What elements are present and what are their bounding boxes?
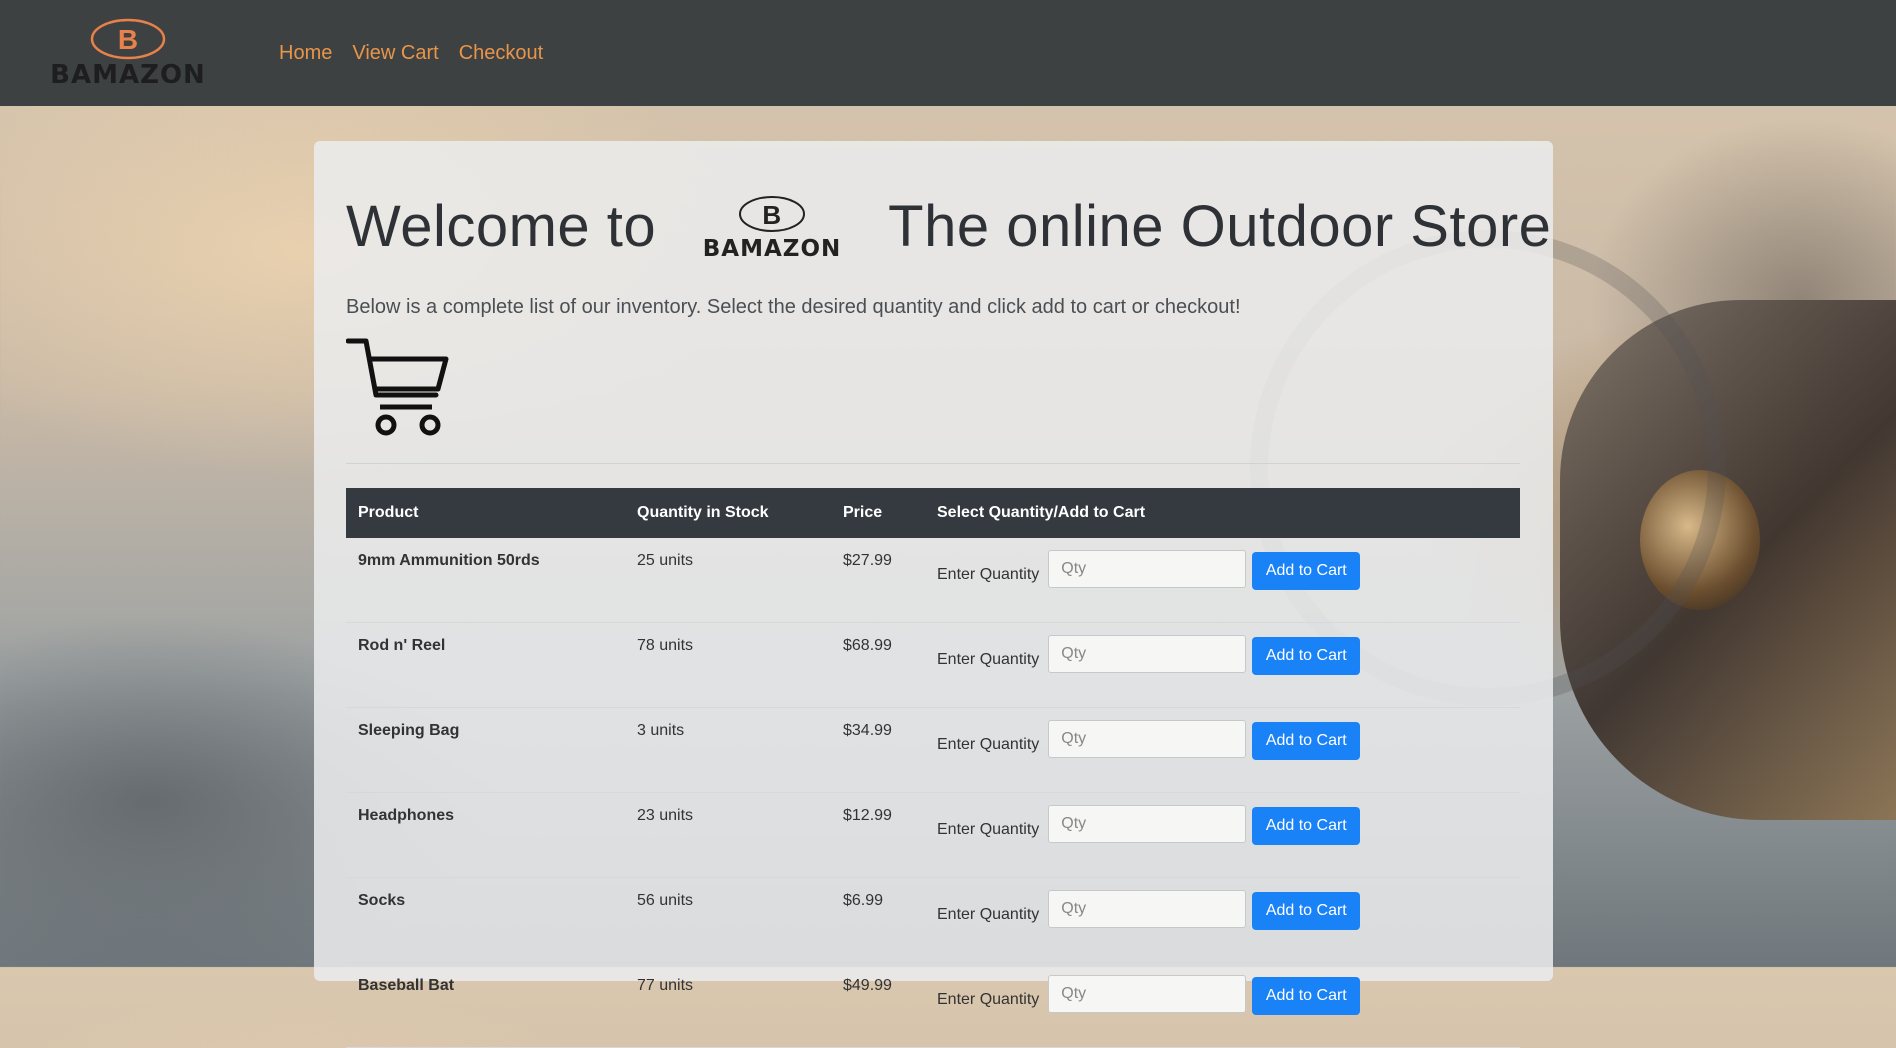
add-to-cart-button[interactable]: Add to Cart	[1252, 977, 1361, 1015]
header-price: Price	[831, 488, 925, 538]
product-name: Baseball Bat	[346, 962, 625, 1048]
nav-view-cart-link[interactable]: View Cart	[352, 42, 438, 65]
product-stock: 77 units	[625, 962, 831, 1048]
qty-controls: Enter Quantity Add to Cart	[937, 803, 1508, 845]
qty-label: Enter Quantity	[937, 736, 1040, 753]
lead-text: Below is a complete list of our inventor…	[346, 296, 1241, 318]
product-stock: 23 units	[625, 792, 831, 878]
page-title: Welcome to B BAMAZON The online Outdoor …	[346, 193, 1551, 260]
qty-label: Enter Quantity	[937, 651, 1040, 668]
qty-controls: Enter Quantity Add to Cart	[937, 888, 1508, 930]
product-name: 9mm Ammunition 50rds	[346, 538, 625, 623]
title-logo: B BAMAZON	[703, 195, 842, 260]
qty-controls: Enter Quantity Add to Cart	[937, 718, 1508, 760]
product-name: Rod n' Reel	[346, 622, 625, 708]
nav-links: Home View Cart Checkout	[279, 42, 543, 65]
title-suffix: The online Outdoor Store	[888, 194, 1552, 259]
brand-logo-text: BAMAZON	[50, 60, 206, 89]
header-product: Product	[346, 488, 625, 538]
product-price: $49.99	[831, 962, 925, 1048]
product-stock: 3 units	[625, 707, 831, 793]
product-stock: 56 units	[625, 877, 831, 963]
jumbotron: Welcome to B BAMAZON The online Outdoor …	[314, 141, 1553, 1048]
nav-home-link[interactable]: Home	[279, 42, 332, 65]
header-stock: Quantity in Stock	[625, 488, 831, 538]
table-row: Socks 56 units $6.99 Enter Quantity Add …	[346, 877, 1520, 963]
add-to-cart-button[interactable]: Add to Cart	[1252, 892, 1361, 930]
product-stock: 78 units	[625, 622, 831, 708]
brand-logo[interactable]: B BAMAZON	[25, 17, 231, 89]
divider	[346, 463, 1520, 464]
nav-checkout-link[interactable]: Checkout	[459, 42, 544, 65]
table-row: Headphones 23 units $12.99 Enter Quantit…	[346, 792, 1520, 878]
table-row: 9mm Ammunition 50rds 25 units $27.99 Ent…	[346, 538, 1520, 623]
table-header-row: Product Quantity in Stock Price Select Q…	[346, 488, 1520, 538]
product-price: $27.99	[831, 538, 925, 623]
qty-input[interactable]	[1048, 975, 1247, 1013]
qty-label: Enter Quantity	[937, 991, 1040, 1008]
table-row: Rod n' Reel 78 units $68.99 Enter Quanti…	[346, 622, 1520, 708]
product-name: Socks	[346, 877, 625, 963]
qty-label: Enter Quantity	[937, 566, 1040, 583]
product-name: Headphones	[346, 792, 625, 878]
shopping-cart-icon	[346, 338, 449, 436]
qty-input[interactable]	[1048, 720, 1247, 758]
product-price: $68.99	[831, 622, 925, 708]
title-prefix: Welcome to	[346, 194, 657, 259]
title-logo-text: BAMAZON	[703, 236, 842, 260]
product-stock: 25 units	[625, 538, 831, 623]
add-to-cart-button[interactable]: Add to Cart	[1252, 552, 1361, 590]
qty-controls: Enter Quantity Add to Cart	[937, 633, 1508, 675]
qty-controls: Enter Quantity Add to Cart	[937, 973, 1508, 1015]
qty-input[interactable]	[1048, 550, 1247, 588]
product-price: $6.99	[831, 877, 925, 963]
qty-input[interactable]	[1048, 890, 1247, 928]
qty-label: Enter Quantity	[937, 906, 1040, 923]
qty-controls: Enter Quantity Add to Cart	[937, 548, 1508, 590]
table-row: Sleeping Bag 3 units $34.99 Enter Quanti…	[346, 707, 1520, 793]
qty-input[interactable]	[1048, 635, 1247, 673]
svg-text:B: B	[763, 200, 782, 230]
qty-label: Enter Quantity	[937, 821, 1040, 838]
header-select-qty: Select Quantity/Add to Cart	[925, 488, 1520, 538]
svg-text:B: B	[118, 24, 138, 55]
add-to-cart-button[interactable]: Add to Cart	[1252, 807, 1361, 845]
table-row: Baseball Bat 77 units $49.99 Enter Quant…	[346, 962, 1520, 1048]
qty-input[interactable]	[1048, 805, 1247, 843]
navbar: B BAMAZON Home View Cart Checkout	[0, 0, 1896, 106]
add-to-cart-button[interactable]: Add to Cart	[1252, 637, 1361, 675]
inventory-table: Product Quantity in Stock Price Select Q…	[346, 488, 1520, 1048]
add-to-cart-button[interactable]: Add to Cart	[1252, 722, 1361, 760]
product-price: $34.99	[831, 707, 925, 793]
product-price: $12.99	[831, 792, 925, 878]
product-name: Sleeping Bag	[346, 707, 625, 793]
